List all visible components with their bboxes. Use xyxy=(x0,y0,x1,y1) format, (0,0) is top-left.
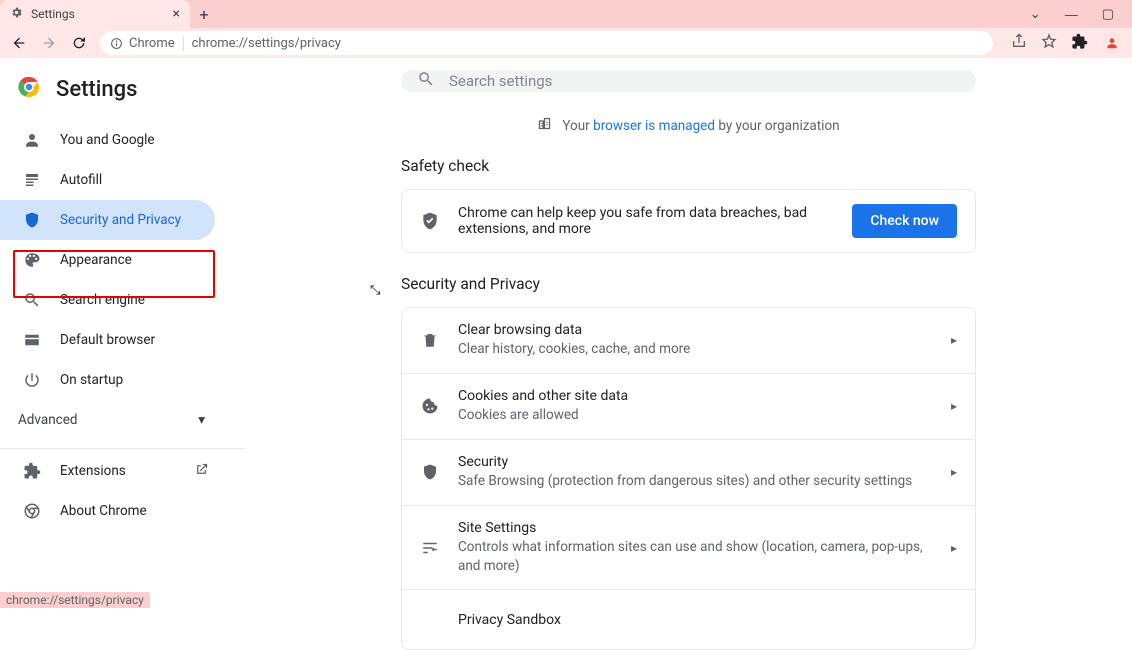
caret-down-icon: ▾ xyxy=(198,412,205,428)
browser-tab[interactable]: Settings × xyxy=(0,0,190,28)
sidebar-item-label: Extensions xyxy=(60,463,126,479)
shield-icon xyxy=(22,211,42,229)
sidebar-item-autofill[interactable]: Autofill xyxy=(0,160,215,200)
sidebar: Settings You and Google Autofill Securit… xyxy=(0,58,245,608)
sidebar-advanced-toggle[interactable]: Advanced ▾ xyxy=(0,400,245,440)
window-controls: ⌄ — ▢ xyxy=(1030,0,1132,28)
sidebar-item-label: Security and Privacy xyxy=(60,212,181,228)
autofill-icon xyxy=(22,171,42,189)
tab-title: Settings xyxy=(31,7,75,21)
site-info-label: Chrome xyxy=(129,36,175,51)
power-icon xyxy=(22,371,42,389)
section-safety-check: Safety check xyxy=(401,157,976,175)
sidebar-nav: You and Google Autofill Security and Pri… xyxy=(0,120,245,400)
sidebar-item-label: Appearance xyxy=(60,252,132,268)
cookie-icon xyxy=(420,397,440,415)
brand-row: Settings xyxy=(0,72,245,120)
close-tab-icon[interactable]: × xyxy=(173,6,180,22)
trash-icon xyxy=(420,331,440,349)
back-button[interactable] xyxy=(10,35,28,51)
sidebar-item-label: Default browser xyxy=(60,332,155,348)
sidebar-item-label: Search engine xyxy=(60,292,145,308)
url-text: chrome://settings/privacy xyxy=(192,36,341,51)
safety-check-card: Chrome can help keep you safe from data … xyxy=(401,189,976,253)
row-sub: Cookies are allowed xyxy=(458,406,933,425)
tune-icon xyxy=(420,539,440,557)
security-privacy-card: Clear browsing data Clear history, cooki… xyxy=(401,307,976,650)
sidebar-item-you-and-google[interactable]: You and Google xyxy=(0,120,215,160)
sidebar-item-label: Autofill xyxy=(60,172,102,188)
building-icon xyxy=(537,116,552,135)
row-title: Privacy Sandbox xyxy=(458,612,957,628)
palette-icon xyxy=(22,251,42,269)
sidebar-item-on-startup[interactable]: On startup xyxy=(0,360,215,400)
new-tab-button[interactable]: + xyxy=(190,0,218,28)
managed-text: Your browser is managed by your organiza… xyxy=(562,118,839,134)
window-titlebar: Settings × + ⌄ — ▢ xyxy=(0,0,1132,28)
check-now-button[interactable]: Check now xyxy=(852,204,957,238)
caret-down-icon[interactable]: ⌄ xyxy=(1030,6,1041,22)
row-title: Clear browsing data xyxy=(458,322,933,338)
row-sub: Safe Browsing (protection from dangerous… xyxy=(458,472,933,491)
gear-icon xyxy=(10,6,23,22)
safety-text: Chrome can help keep you safe from data … xyxy=(458,205,834,237)
sidebar-item-about[interactable]: About Chrome xyxy=(0,491,245,531)
minimize-button[interactable]: — xyxy=(1065,7,1078,22)
row-title: Cookies and other site data xyxy=(458,388,933,404)
reload-button[interactable] xyxy=(70,35,88,51)
extensions-puzzle-icon xyxy=(22,462,42,480)
sidebar-item-search-engine[interactable]: Search engine xyxy=(0,280,215,320)
forward-button[interactable] xyxy=(40,35,58,51)
row-privacy-sandbox[interactable]: Privacy Sandbox xyxy=(402,589,975,649)
settings-page: Settings You and Google Autofill Securit… xyxy=(0,58,1132,608)
site-info-chip[interactable]: Chrome xyxy=(110,36,184,51)
sidebar-item-label: You and Google xyxy=(60,132,155,148)
profile-avatar[interactable] xyxy=(1102,33,1122,53)
chevron-right-icon: ▸ xyxy=(951,399,957,413)
sidebar-item-extensions[interactable]: Extensions xyxy=(0,451,245,491)
sidebar-item-label: On startup xyxy=(60,372,123,388)
extensions-puzzle-icon[interactable] xyxy=(1071,33,1088,54)
section-security-privacy: Security and Privacy xyxy=(401,275,976,293)
row-security[interactable]: Security Safe Browsing (protection from … xyxy=(402,439,975,505)
chevron-right-icon: ▸ xyxy=(951,333,957,347)
row-title: Security xyxy=(458,454,933,470)
shield-check-icon xyxy=(420,211,440,231)
chevron-right-icon: ▸ xyxy=(951,465,957,479)
row-title: Site Settings xyxy=(458,520,933,536)
bookmark-icon[interactable] xyxy=(1041,33,1057,53)
managed-notice: Your browser is managed by your organiza… xyxy=(537,116,839,135)
sidebar-item-label: About Chrome xyxy=(60,503,147,519)
chevron-right-icon: ▸ xyxy=(951,541,957,555)
sidebar-item-appearance[interactable]: Appearance xyxy=(0,240,215,280)
person-icon xyxy=(22,131,42,149)
advanced-label: Advanced xyxy=(18,412,78,428)
window-icon xyxy=(22,331,42,349)
managed-link[interactable]: browser is managed xyxy=(593,118,715,134)
main-content: Your browser is managed by your organiza… xyxy=(245,58,1132,608)
divider xyxy=(0,448,245,449)
sidebar-item-default-browser[interactable]: Default browser xyxy=(0,320,215,360)
chrome-logo-icon xyxy=(18,76,40,102)
browser-toolbar: Chrome chrome://settings/privacy xyxy=(0,28,1132,58)
row-site-settings[interactable]: Site Settings Controls what information … xyxy=(402,505,975,590)
row-cookies[interactable]: Cookies and other site data Cookies are … xyxy=(402,373,975,439)
page-title: Settings xyxy=(56,77,137,102)
row-sub: Clear history, cookies, cache, and more xyxy=(458,340,933,359)
chrome-outline-icon xyxy=(22,502,42,520)
maximize-button[interactable]: ▢ xyxy=(1102,6,1114,22)
shield-icon xyxy=(420,463,440,481)
sidebar-item-security[interactable]: Security and Privacy xyxy=(0,200,215,240)
settings-search-input[interactable] xyxy=(449,72,960,90)
row-clear-browsing-data[interactable]: Clear browsing data Clear history, cooki… xyxy=(402,308,975,373)
share-icon[interactable] xyxy=(1011,33,1027,53)
search-icon xyxy=(417,70,435,92)
row-sub: Controls what information sites can use … xyxy=(458,538,933,576)
status-bar: chrome://settings/privacy xyxy=(0,592,150,608)
open-external-icon xyxy=(194,462,209,481)
search-icon xyxy=(22,291,42,309)
settings-search[interactable] xyxy=(401,70,976,92)
address-bar[interactable]: Chrome chrome://settings/privacy xyxy=(100,31,993,55)
